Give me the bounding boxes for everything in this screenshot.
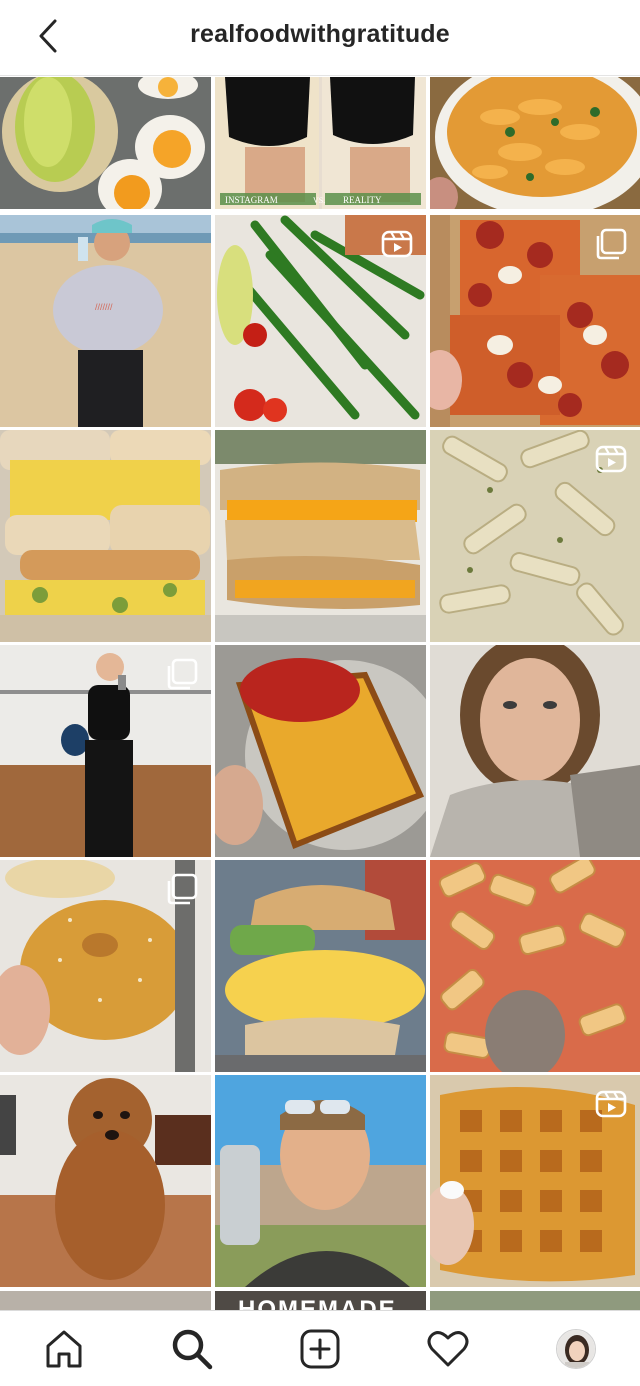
post-image: INSTAGRAM VS. REALITY (215, 77, 426, 209)
post-image (215, 860, 426, 1072)
new-post-icon (300, 1329, 340, 1369)
post-image (0, 1075, 211, 1287)
post-tile-avocado-eggs[interactable] (0, 77, 211, 209)
post-image (0, 77, 211, 209)
tab-profile[interactable] (552, 1325, 600, 1373)
overlay-reality-text: REALITY (343, 195, 382, 205)
top-header: realfoodwithgratitude (0, 0, 640, 76)
post-tile-egg-biscuit[interactable] (215, 860, 426, 1072)
carousel-icon (596, 228, 627, 260)
tab-home[interactable] (40, 1325, 88, 1373)
post-tile-egg-bagel[interactable] (0, 430, 211, 642)
svg-text:///////: /////// (95, 302, 113, 312)
post-tile-creamy-penne[interactable] (430, 430, 640, 642)
post-tile-gym-selfie[interactable] (0, 645, 211, 857)
post-image (215, 430, 426, 642)
reel-icon (381, 230, 413, 258)
tab-new-post[interactable] (296, 1325, 344, 1373)
reel-icon (595, 1090, 627, 1118)
profile-avatar (556, 1329, 596, 1369)
post-tile-rigatoni[interactable] (430, 860, 640, 1072)
home-icon (46, 1330, 82, 1368)
post-tile-green-beans[interactable] (215, 215, 426, 427)
post-tile-rotini-pasta[interactable] (430, 77, 640, 209)
reel-icon (595, 445, 627, 473)
post-image (430, 860, 640, 1072)
post-image (215, 645, 426, 857)
post-image (430, 645, 640, 857)
post-tile-grilled-cheese[interactable] (215, 430, 426, 642)
overlay-instagram-text: INSTAGRAM (225, 195, 278, 205)
post-tile-fleece-selfie[interactable] (430, 645, 640, 857)
post-image (0, 430, 211, 642)
post-tile-pepperoni-pizza[interactable] (430, 215, 640, 427)
search-icon (172, 1329, 213, 1370)
post-tile-instagram-vs-reality[interactable]: INSTAGRAM VS. REALITY (215, 77, 426, 209)
tab-search[interactable] (168, 1325, 216, 1373)
carousel-icon (167, 873, 198, 905)
post-tile-waffle[interactable] (430, 1075, 640, 1287)
post-tile-goldendoodle[interactable] (0, 1075, 211, 1287)
post-tile-beach-water[interactable]: /////// (0, 215, 211, 427)
bottom-tab-bar (0, 1310, 640, 1386)
post-image: /////// (0, 215, 211, 427)
carousel-icon (167, 658, 198, 690)
activity-heart-icon (427, 1331, 469, 1367)
tab-activity[interactable] (424, 1325, 472, 1373)
post-tile-sunglasses-selfie[interactable] (215, 1075, 426, 1287)
post-tile-sesame-bagel[interactable] (0, 860, 211, 1072)
post-tile-tomato-jam-toast[interactable] (215, 645, 426, 857)
profile-username-title: realfoodwithgratitude (190, 20, 450, 48)
overlay-vs-text: VS. (313, 196, 325, 205)
post-image (430, 77, 640, 209)
post-image (215, 1075, 426, 1287)
